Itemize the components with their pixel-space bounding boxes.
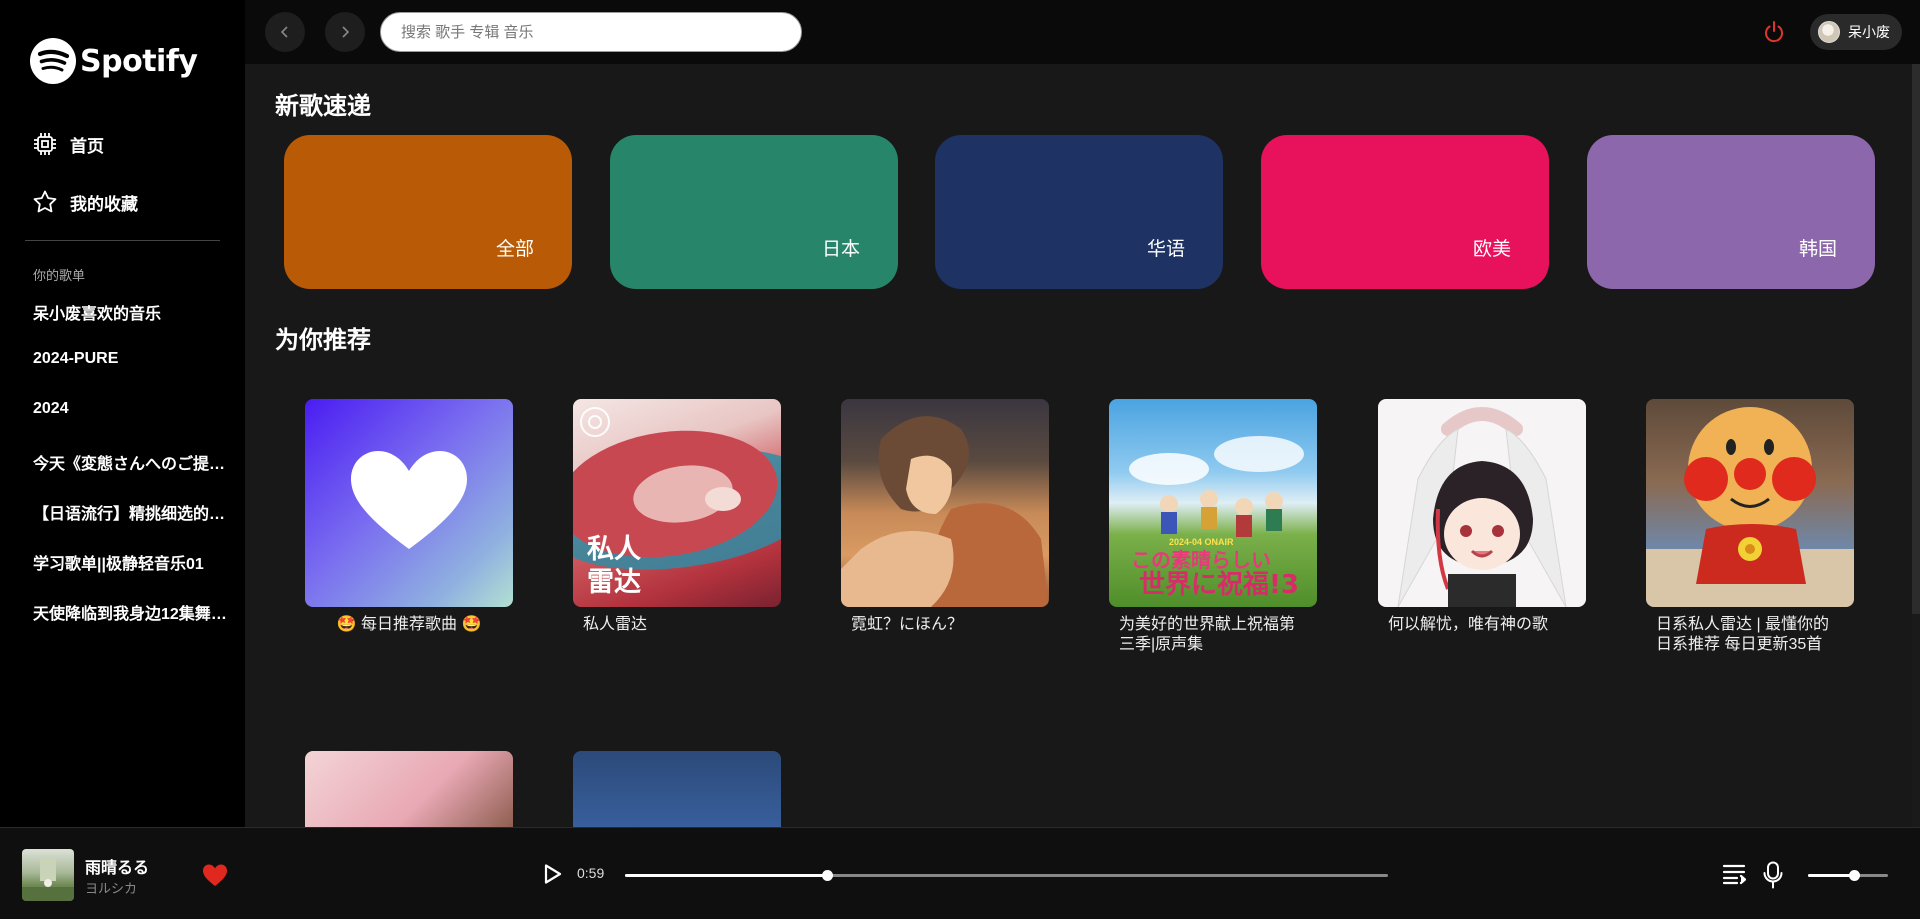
chevron-left-icon — [280, 26, 288, 38]
playlist-item[interactable]: 今天《変態さんへのご提案》 — [33, 450, 233, 474]
category-label: 韩国 — [1798, 239, 1837, 260]
card-title: 私人雷达 — [583, 616, 648, 633]
microphone-icon — [1763, 861, 1783, 889]
like-button[interactable] — [201, 862, 229, 893]
sidebar-divider — [25, 240, 220, 241]
queue-button[interactable] — [1722, 863, 1747, 890]
avatar — [1818, 21, 1840, 43]
spotify-logo[interactable]: Spotify — [30, 38, 198, 84]
konosuba-cover: この素晴らしい 世界に祝福!3 2024-04 ONAIR — [1109, 399, 1317, 607]
new-songs-heading: 新歌速递 — [275, 93, 371, 120]
progress-handle[interactable] — [822, 870, 834, 881]
song-title: 雨晴るる — [85, 860, 150, 877]
daily-cover — [305, 399, 513, 607]
heart-filled-icon — [203, 864, 227, 886]
category-label: 日本 — [821, 239, 860, 260]
japan-radar-cover — [1646, 399, 1854, 607]
playlist-card-god-songs[interactable]: 何以解忧，唯有神の歌 — [1378, 399, 1586, 635]
volume-slider[interactable] — [1808, 870, 1888, 881]
anpanman-illustration — [1646, 407, 1854, 607]
card-title: 为美好的世界献上祝福第三季|原声集 — [1119, 616, 1296, 653]
svg-text:世界に祝福!3: 世界に祝福!3 — [1139, 570, 1299, 600]
partial-cover — [573, 751, 781, 827]
konosuba-illustration: この素晴らしい 世界に祝福!3 — [1129, 436, 1304, 600]
playlist-item[interactable]: 呆小废喜欢的音乐 — [33, 300, 233, 324]
anime-cover — [841, 399, 1049, 607]
star-icon — [33, 190, 57, 213]
card-title: 日系私人雷达 | 最懂你的日系推荐 每日更新35首 — [1656, 616, 1830, 653]
song-artist[interactable]: ヨルシカ — [85, 878, 137, 897]
now-playing-cover[interactable] — [22, 849, 74, 901]
power-button[interactable] — [1763, 20, 1785, 49]
forward-button[interactable] — [325, 12, 365, 52]
category-card-western[interactable]: 欧美 — [1261, 135, 1549, 289]
cover-text-line: 私人 — [587, 534, 641, 564]
partial-cover — [305, 751, 513, 827]
scrollbar-thumb[interactable] — [1912, 64, 1920, 614]
nav-favorites[interactable]: 我的收藏 — [32, 189, 138, 215]
anime-illustration — [841, 416, 1049, 607]
volume-handle[interactable] — [1849, 870, 1861, 881]
playlists-section-label: 你的歌单 — [33, 268, 86, 283]
playlist-card-daily[interactable]: 🤩 每日推荐歌曲 🤩 — [305, 399, 513, 635]
top-bar: 呆小废 — [245, 0, 1920, 64]
recommend-heading: 为你推荐 — [275, 327, 371, 354]
play-icon — [544, 864, 562, 884]
radar-cover: 私人 雷达 — [573, 399, 781, 607]
svg-text:この素晴らしい: この素晴らしい — [1131, 548, 1271, 572]
sidebar: Spotify 首页 我的收藏 你的歌单 呆小废喜欢的音乐 2024-PURE … — [0, 0, 245, 827]
progress-fill — [625, 874, 828, 877]
nav-favorites-label: 我的收藏 — [70, 194, 138, 214]
current-time: 0:59 — [577, 865, 605, 881]
nav-home-label: 首页 — [70, 136, 104, 156]
playlist-item[interactable]: 2024 — [33, 400, 233, 418]
category-card-chinese[interactable]: 华语 — [935, 135, 1223, 289]
power-icon — [1765, 21, 1783, 43]
anime-girl-illustration — [1397, 407, 1567, 607]
playlist-card-konosuba[interactable]: この素晴らしい 世界に祝福!3 2024-04 ONAIR 为美好的世界献上祝福… — [1109, 399, 1317, 655]
main-content: 新歌速递 全部 日本 华语 欧美 韩国 为你推荐 🤩 每日推荐歌曲 🤩 私人 雷… — [245, 64, 1920, 827]
user-name: 呆小废 — [1848, 24, 1890, 40]
cover-text-line: 雷达 — [587, 567, 641, 597]
god-songs-cover — [1378, 399, 1586, 607]
chip-icon — [34, 133, 56, 155]
playlist-item[interactable]: 学习歌单||极静轻音乐01 — [33, 550, 233, 574]
search-box[interactable] — [380, 12, 802, 52]
back-button[interactable] — [265, 12, 305, 52]
nav-home[interactable]: 首页 — [32, 131, 104, 157]
logo-text: Spotify — [80, 43, 198, 79]
queue-icon — [1722, 864, 1747, 885]
volume-fill — [1808, 874, 1855, 877]
search-input[interactable] — [401, 23, 781, 41]
lyrics-button[interactable] — [1763, 861, 1783, 894]
playlist-card-japan-radar[interactable]: 日系私人雷达 | 最懂你的日系推荐 每日更新35首 — [1646, 399, 1854, 655]
category-label: 华语 — [1146, 239, 1185, 260]
heart-icon — [351, 451, 467, 549]
user-menu[interactable]: 呆小废 — [1810, 14, 1902, 50]
playlist-item[interactable]: 【日语流行】精挑细选的日语歌 — [33, 500, 233, 524]
playlist-card-radar[interactable]: 私人 雷达 私人雷达 — [573, 399, 781, 635]
progress-bar[interactable] — [625, 870, 1388, 881]
playlist-card-anime[interactable]: 霓虹？にほん？ — [841, 399, 1049, 635]
category-label: 欧美 — [1472, 239, 1511, 260]
card-title: 何以解忧，唯有神の歌 — [1388, 616, 1549, 633]
play-button[interactable] — [544, 864, 562, 889]
cover-date-text: 2024-04 ONAIR — [1169, 537, 1234, 547]
player-bar: 雨晴るる ヨルシカ 0:59 — [0, 827, 1920, 919]
chevron-right-icon — [342, 26, 350, 38]
card-title: 🤩 每日推荐歌曲 🤩 — [336, 616, 482, 633]
category-card-korean[interactable]: 韩国 — [1587, 135, 1875, 289]
album-art — [22, 859, 74, 901]
playlist-card-partial[interactable] — [573, 751, 781, 827]
category-label: 全部 — [495, 239, 534, 260]
scrollbar[interactable] — [1912, 64, 1920, 827]
category-card-japan[interactable]: 日本 — [610, 135, 898, 289]
playlist-item[interactable]: 天使降临到我身边12集舞台剧 — [33, 600, 233, 624]
card-title: 霓虹？にほん？ — [851, 616, 964, 633]
playlist-card-partial[interactable] — [305, 751, 513, 827]
spotify-logo-icon — [30, 38, 76, 84]
playlist-item[interactable]: 2024-PURE — [33, 350, 233, 368]
category-card-all[interactable]: 全部 — [284, 135, 572, 289]
